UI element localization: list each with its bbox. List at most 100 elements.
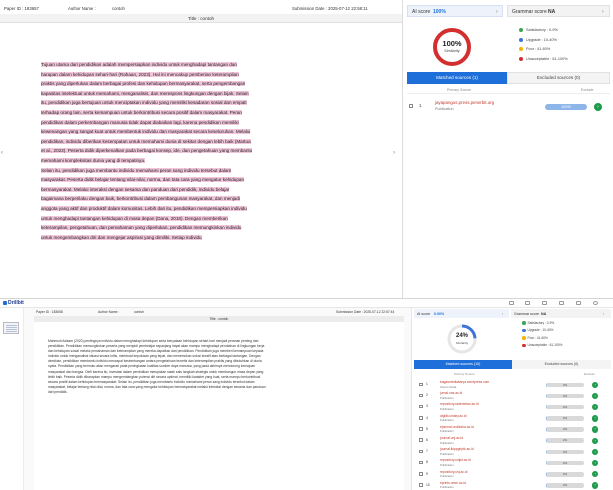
col-exclude: Exclude — [584, 372, 595, 376]
paper-info-bar: Paper ID : 183657 Author Name : contoh S… — [0, 4, 400, 13]
source-name[interactable]: journal.unj.ac.id — [440, 436, 463, 440]
source-checkbox[interactable] — [419, 404, 423, 409]
arrow-right-icon[interactable]: › — [592, 471, 599, 478]
grid-icon[interactable] — [509, 301, 514, 305]
legend-item: Unacceptable : 61-100% — [519, 55, 568, 65]
tab-matched-sources[interactable]: Matched sources (10) — [414, 360, 512, 369]
grammar-score-label: Grammar score — [514, 311, 539, 316]
arrow-right-icon[interactable]: › — [594, 103, 602, 111]
settings-icon[interactable] — [593, 301, 598, 305]
source-name[interactable]: jayapangus.press.penerbit.org — [435, 100, 494, 105]
source-percent-bar: 2% — [546, 460, 584, 466]
legend-item: Poor : 41-60% — [522, 335, 562, 342]
arrow-right-icon[interactable]: › — [592, 381, 599, 388]
legend-dot — [522, 336, 526, 340]
source-row[interactable]: 10 eprints.umm.ac.id Publication 2% › — [414, 480, 611, 490]
tab-excluded-sources[interactable]: Excluded sources (0) — [507, 72, 610, 84]
doc-paragraph: Tujuan utama dari pendidikan adalah memp… — [41, 62, 253, 163]
source-type: Publication — [440, 395, 454, 400]
source-percent-bar: 2% — [546, 427, 584, 432]
arrow-right-icon[interactable]: › — [592, 482, 599, 489]
source-name[interactable]: bagasmediakarya.wordpress.com — [440, 380, 489, 384]
ai-score-value: 0.00% — [434, 311, 445, 316]
source-checkbox[interactable] — [419, 483, 423, 487]
chevron-right-icon[interactable]: › — [393, 150, 395, 156]
legend-item: Satisfactory : 0-9% — [519, 26, 568, 36]
chevron-right-icon: › — [602, 9, 604, 15]
source-row[interactable]: 3 repository.radenintan.ac.id Publication 2… — [414, 401, 611, 412]
source-percent-label: 3% — [562, 382, 568, 387]
source-checkbox[interactable] — [419, 472, 423, 476]
source-name[interactable]: eprints.umm.ac.id — [440, 481, 466, 485]
source-row[interactable]: 9 repository.unj.ac.id Publication 2% › — [414, 469, 611, 480]
sources-tabs: Matched sources (1) Excluded sources (0) — [407, 72, 610, 84]
source-checkbox[interactable] — [409, 104, 413, 108]
grammar-score-box[interactable]: Grammar score NA › — [507, 5, 610, 17]
grammar-score-value: NA — [541, 311, 547, 316]
source-checkbox[interactable] — [419, 449, 423, 454]
legend-label: Poor : 41-60% — [527, 335, 548, 340]
compare-icon[interactable] — [525, 301, 530, 305]
ai-score-box[interactable]: AI score 0.00% › — [414, 309, 509, 318]
legend-dot — [519, 47, 523, 51]
source-checkbox[interactable] — [419, 427, 423, 431]
similarity-gauge: 24% Similarity — [446, 323, 478, 355]
chevron-left-icon[interactable]: ‹ — [1, 150, 3, 156]
arrow-right-icon[interactable]: › — [592, 415, 599, 422]
source-number: 2 — [426, 393, 428, 398]
arrow-right-icon[interactable]: › — [592, 459, 599, 467]
source-row[interactable]: 2 jurnal.uns.ac.id Publication 3% › — [414, 390, 611, 401]
page-thumbnail[interactable] — [3, 322, 19, 334]
source-number: 8 — [426, 460, 428, 465]
source-checkbox[interactable] — [419, 438, 423, 442]
source-row[interactable]: 7 journal.ikippgriptk.ac.id Publication 2% › — [414, 446, 611, 457]
source-type: Publication — [440, 418, 454, 423]
arrow-right-icon[interactable]: › — [592, 448, 599, 456]
source-number: 1 — [426, 382, 428, 386]
source-percent-bar: 3% — [546, 393, 584, 399]
filter-icon[interactable] — [542, 301, 547, 305]
document-page: Mahmudi Asikam (2020) pentingnya individ… — [34, 322, 404, 490]
source-checkbox[interactable] — [419, 416, 423, 420]
tab-excluded-sources[interactable]: Excluded sources (0) — [512, 360, 611, 369]
source-row[interactable]: 1 bagasmediakarya.wordpress.com Internet D… — [414, 379, 611, 390]
sources-column-header: Primary Source Exclude — [407, 88, 610, 94]
legend-item: Upgrade : 10-40% — [522, 327, 562, 334]
source-name[interactable]: repository.radenintan.ac.id — [440, 402, 479, 406]
source-checkbox[interactable] — [419, 382, 423, 386]
source-row[interactable]: 8 repository.uinjkt.ac.id Publication 2% › — [414, 457, 611, 468]
source-name[interactable]: journal.ikippgriptk.ac.id — [440, 447, 474, 451]
source-checkbox[interactable] — [419, 460, 423, 465]
similarity-value: 100% — [442, 39, 462, 48]
arrow-right-icon[interactable]: › — [592, 392, 599, 400]
share-icon[interactable] — [576, 301, 581, 305]
source-row[interactable]: 6 journal.unj.ac.id Publication 2% › — [414, 435, 611, 446]
download-icon[interactable] — [559, 301, 564, 305]
ai-score-box[interactable]: AI score 100% › — [407, 5, 503, 17]
legend-dot — [519, 28, 523, 32]
source-percent-bar: 2% — [546, 416, 584, 421]
source-name[interactable]: jurnal.uns.ac.id — [440, 391, 462, 395]
source-name[interactable]: repository.unj.ac.id — [440, 470, 467, 474]
tab-matched-sources[interactable]: Matched sources (1) — [407, 72, 507, 84]
grammar-score-box[interactable]: Grammar score NA › — [511, 309, 611, 318]
source-type: Publication — [440, 485, 454, 490]
source-row[interactable]: 1 jayapangus.press.penerbit.org Publicat… — [407, 97, 610, 117]
source-percent-label: 3% — [562, 393, 568, 398]
source-number: 10 — [426, 482, 430, 487]
source-percent-bar: 100% — [545, 104, 587, 110]
source-name[interactable]: repository.uinjkt.ac.id — [440, 458, 471, 462]
source-name[interactable]: ejournal.undiksha.ac.id — [440, 425, 474, 429]
author-label: Author Name : — [98, 310, 120, 314]
document-title: Title : contoh — [0, 14, 402, 23]
arrow-right-icon[interactable]: › — [592, 426, 599, 433]
source-name[interactable]: digilib.uinsby.ac.id — [440, 414, 467, 418]
source-row[interactable]: 5 ejournal.undiksha.ac.id Publication 2% › — [414, 424, 611, 435]
source-checkbox[interactable] — [419, 393, 423, 398]
legend-item: Satisfactory : 0-9% — [522, 320, 562, 327]
source-percent-label: 2% — [562, 427, 568, 432]
ai-score-label: AI score — [412, 9, 431, 15]
source-row[interactable]: 4 digilib.uinsby.ac.id Publication 2% › — [414, 413, 611, 424]
arrow-right-icon[interactable]: › — [592, 437, 599, 444]
arrow-right-icon[interactable]: › — [592, 403, 599, 411]
